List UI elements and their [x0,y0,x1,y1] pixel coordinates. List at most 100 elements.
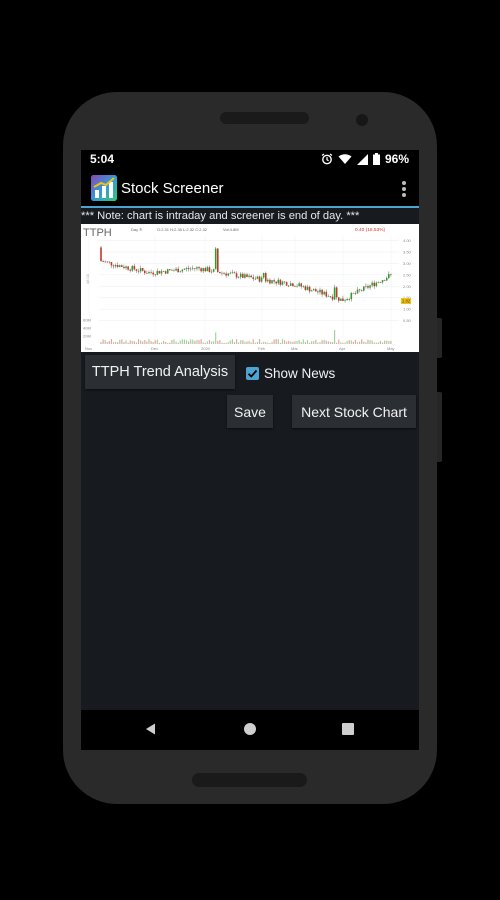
candle-body [152,272,154,275]
volume-bar [375,342,377,344]
home-icon[interactable] [243,722,257,736]
stock-chart[interactable]: TTPH Day ® O:2.31 H:2.35 L:2.32 C:2.32 V… [81,224,419,352]
candle-body [312,289,315,291]
volume-bar [386,340,388,344]
volume-bar [190,339,192,344]
candle-body [329,296,332,297]
volume-bar [344,342,346,344]
chart-change-label: 0.40 (16.53%) [355,227,386,233]
volume-bar [325,340,327,344]
x-tick-label: Feb [258,346,266,351]
candle-body [231,272,234,273]
candle-body [344,300,346,301]
candle-body [181,269,184,272]
volume-bar [154,340,156,344]
candle-body [189,268,192,270]
candle-body [271,280,273,284]
volume-bar [162,341,165,344]
volume-bar [390,340,392,344]
front-camera [356,114,368,126]
candle-body [281,281,284,285]
volume-bar [177,342,179,344]
volume-bar [158,342,160,344]
volume-tick-label: 20M [83,334,91,339]
volume-bar [248,340,250,344]
candle-body [191,268,194,269]
chart-symbol: TTPH [83,227,112,239]
candle-body [279,279,282,285]
volume-bar [229,340,231,344]
volume-bar [334,330,336,344]
candle-body [373,282,376,287]
volume-bar [252,339,254,344]
volume-bar [271,341,273,344]
next-stock-chart-button[interactable]: Next Stock Chart [292,395,416,428]
candle-body [256,276,259,279]
y-tick-label: 2.00 [403,284,412,289]
wifi-icon [338,154,352,164]
candle-body [112,265,115,267]
candle-body [219,271,221,274]
candle-body [144,270,146,274]
volume-bar [354,339,357,344]
candle-body [331,296,334,300]
status-bar: 5:04 96% [81,150,419,170]
candle-body [227,273,230,276]
volume-bar [110,339,113,344]
candle-body [106,261,109,263]
volume-bar [219,340,221,344]
candle-body [296,285,298,287]
candle-body [302,286,305,287]
candle-body [290,283,292,286]
alarm-icon [321,153,333,165]
volume-bar [135,342,138,344]
show-news-toggle[interactable]: Show News [246,363,335,383]
volume-bar [359,341,361,344]
back-icon[interactable] [144,722,158,736]
candle-body [287,285,290,287]
candle-body [146,273,148,274]
candle-body [129,269,131,271]
candle-body [390,273,392,275]
checkmark-icon [247,369,258,378]
recents-icon[interactable] [341,722,355,736]
volume-bar [119,339,121,344]
volume-bar [329,342,332,344]
candle-body [315,289,317,292]
trend-analysis-button[interactable]: TTPH Trend Analysis [85,355,235,389]
candle-body [204,268,207,272]
volume-bar [288,340,290,344]
volume-bar [304,342,306,344]
candle-body [164,271,167,274]
volume-bar [361,339,363,344]
volume-bar [192,339,194,344]
volume-bar [365,342,367,344]
candle-body [248,275,250,277]
volume-bar [261,342,263,344]
candle-body [121,265,123,267]
candle-body [110,262,113,266]
save-button[interactable]: Save [227,395,273,428]
volume-bar [194,340,196,344]
candle-body [371,282,373,286]
volume-button [437,392,442,462]
show-news-checkbox[interactable] [246,366,259,380]
price-tag: 2.82 [402,299,411,304]
candle-body [125,266,127,269]
volume-bar [350,340,352,344]
candle-body [383,280,386,281]
candle-body [166,269,169,274]
volume-bar [321,340,323,344]
volume-bar [294,341,296,344]
candle-body [346,299,348,301]
signal-icon [356,153,368,165]
x-tick-label: Apr [339,346,346,351]
candle-body [141,268,144,271]
volume-bar [208,340,211,344]
volume-bar [196,339,198,344]
candle-body [360,290,363,291]
overflow-menu-icon[interactable] [401,179,407,199]
x-tick-label: Dec [151,346,158,351]
candle-body [308,286,311,292]
candle-body [210,271,213,273]
